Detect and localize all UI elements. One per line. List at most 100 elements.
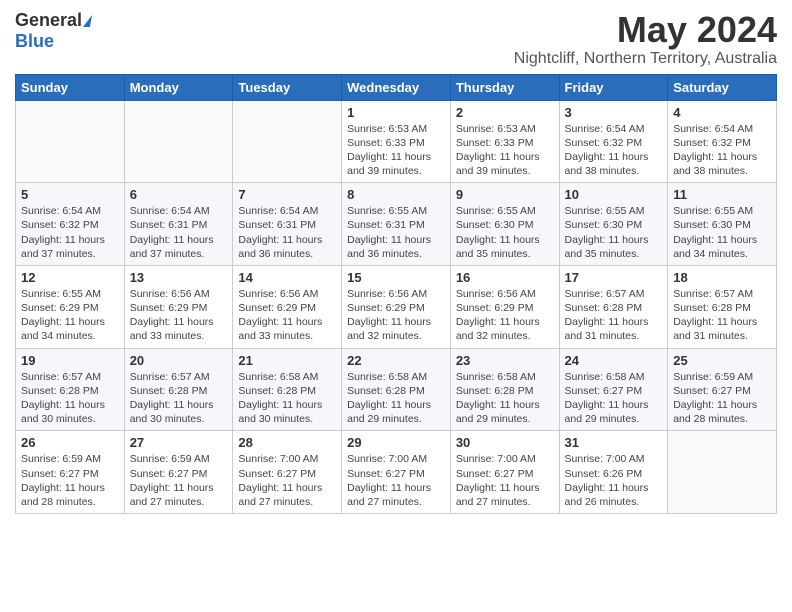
calendar-cell: 17 Sunrise: 6:57 AM Sunset: 6:28 PM Dayli… [559,265,668,348]
calendar-cell: 11 Sunrise: 6:55 AM Sunset: 6:30 PM Dayli… [668,183,777,266]
calendar-cell: 24 Sunrise: 6:58 AM Sunset: 6:27 PM Dayli… [559,348,668,431]
day-info: Sunrise: 6:58 AM Sunset: 6:27 PM Dayligh… [565,370,663,427]
day-number: 23 [456,353,554,368]
logo-general: General [15,10,82,31]
day-info: Sunrise: 6:56 AM Sunset: 6:29 PM Dayligh… [238,287,336,344]
day-info: Sunrise: 6:55 AM Sunset: 6:31 PM Dayligh… [347,204,445,261]
day-number: 12 [21,270,119,285]
calendar-week-3: 12Sunrise: 6:55 AM Sunset: 6:29 PM Dayli… [16,265,777,348]
day-number: 26 [21,435,119,450]
day-info: Sunrise: 6:58 AM Sunset: 6:28 PM Dayligh… [238,370,336,427]
day-number: 5 [21,187,119,202]
day-info: Sunrise: 6:57 AM Sunset: 6:28 PM Dayligh… [673,287,771,344]
calendar-cell: 27Sunrise: 6:59 AM Sunset: 6:27 PM Dayli… [124,431,233,514]
day-number: 13 [130,270,228,285]
day-number: 10 [565,187,663,202]
day-number: 29 [347,435,445,450]
calendar-cell: 28Sunrise: 7:00 AM Sunset: 6:27 PM Dayli… [233,431,342,514]
calendar-cell: 19 Sunrise: 6:57 AM Sunset: 6:28 PM Dayli… [16,348,125,431]
day-info: Sunrise: 6:58 AM Sunset: 6:28 PM Dayligh… [456,370,554,427]
calendar-cell: 26 Sunrise: 6:59 AM Sunset: 6:27 PM Dayli… [16,431,125,514]
day-info: Sunrise: 6:59 AM Sunset: 6:27 PM Dayligh… [673,370,771,427]
logo-blue: Blue [15,31,54,52]
calendar-cell: 9Sunrise: 6:55 AM Sunset: 6:30 PM Daylig… [450,183,559,266]
calendar-week-5: 26 Sunrise: 6:59 AM Sunset: 6:27 PM Dayli… [16,431,777,514]
day-number: 11 [673,187,771,202]
calendar-cell [668,431,777,514]
day-info: Sunrise: 7:00 AM Sunset: 6:27 PM Dayligh… [347,452,445,509]
calendar-cell: 25 Sunrise: 6:59 AM Sunset: 6:27 PM Dayli… [668,348,777,431]
day-info: Sunrise: 6:55 AM Sunset: 6:30 PM Dayligh… [673,204,771,261]
calendar-cell: 21Sunrise: 6:58 AM Sunset: 6:28 PM Dayli… [233,348,342,431]
day-number: 8 [347,187,445,202]
day-number: 15 [347,270,445,285]
day-info: Sunrise: 6:57 AM Sunset: 6:28 PM Dayligh… [21,370,119,427]
month-title: May 2024 [514,10,777,50]
day-info: Sunrise: 6:59 AM Sunset: 6:27 PM Dayligh… [21,452,119,509]
day-info: Sunrise: 6:54 AM Sunset: 6:32 PM Dayligh… [21,204,119,261]
day-info: Sunrise: 6:57 AM Sunset: 6:28 PM Dayligh… [565,287,663,344]
day-number: 31 [565,435,663,450]
col-header-wednesday: Wednesday [342,74,451,100]
col-header-saturday: Saturday [668,74,777,100]
calendar-week-2: 5 Sunrise: 6:54 AM Sunset: 6:32 PM Daylig… [16,183,777,266]
day-number: 17 [565,270,663,285]
day-info: Sunrise: 6:53 AM Sunset: 6:33 PM Dayligh… [456,122,554,179]
calendar-cell: 30Sunrise: 7:00 AM Sunset: 6:27 PM Dayli… [450,431,559,514]
day-number: 22 [347,353,445,368]
calendar-cell: 14 Sunrise: 6:56 AM Sunset: 6:29 PM Dayli… [233,265,342,348]
col-header-thursday: Thursday [450,74,559,100]
col-header-monday: Monday [124,74,233,100]
calendar-cell: 23 Sunrise: 6:58 AM Sunset: 6:28 PM Dayli… [450,348,559,431]
day-number: 2 [456,105,554,120]
calendar-header-row: SundayMondayTuesdayWednesdayThursdayFrid… [16,74,777,100]
logo-triangle-icon [83,15,92,27]
calendar-cell [233,100,342,183]
day-info: Sunrise: 6:54 AM Sunset: 6:31 PM Dayligh… [130,204,228,261]
calendar-table: SundayMondayTuesdayWednesdayThursdayFrid… [15,74,777,514]
calendar-cell: 1Sunrise: 6:53 AM Sunset: 6:33 PM Daylig… [342,100,451,183]
col-header-sunday: Sunday [16,74,125,100]
location-title: Nightcliff, Northern Territory, Australi… [514,50,777,68]
calendar-cell: 2 Sunrise: 6:53 AM Sunset: 6:33 PM Daylig… [450,100,559,183]
day-number: 24 [565,353,663,368]
day-info: Sunrise: 6:55 AM Sunset: 6:30 PM Dayligh… [565,204,663,261]
day-number: 16 [456,270,554,285]
day-number: 27 [130,435,228,450]
calendar-week-4: 19 Sunrise: 6:57 AM Sunset: 6:28 PM Dayli… [16,348,777,431]
calendar-cell: 16 Sunrise: 6:56 AM Sunset: 6:29 PM Dayli… [450,265,559,348]
calendar-cell: 31Sunrise: 7:00 AM Sunset: 6:26 PM Dayli… [559,431,668,514]
day-number: 25 [673,353,771,368]
day-number: 19 [21,353,119,368]
calendar-cell: 18 Sunrise: 6:57 AM Sunset: 6:28 PM Dayli… [668,265,777,348]
day-info: Sunrise: 6:54 AM Sunset: 6:32 PM Dayligh… [673,122,771,179]
calendar-cell [16,100,125,183]
calendar-cell: 22 Sunrise: 6:58 AM Sunset: 6:28 PM Dayli… [342,348,451,431]
day-info: Sunrise: 6:54 AM Sunset: 6:32 PM Dayligh… [565,122,663,179]
day-number: 4 [673,105,771,120]
calendar-cell: 5 Sunrise: 6:54 AM Sunset: 6:32 PM Daylig… [16,183,125,266]
day-info: Sunrise: 6:56 AM Sunset: 6:29 PM Dayligh… [130,287,228,344]
calendar-cell: 3 Sunrise: 6:54 AM Sunset: 6:32 PM Daylig… [559,100,668,183]
col-header-friday: Friday [559,74,668,100]
day-info: Sunrise: 6:57 AM Sunset: 6:28 PM Dayligh… [130,370,228,427]
day-info: Sunrise: 6:58 AM Sunset: 6:28 PM Dayligh… [347,370,445,427]
day-info: Sunrise: 6:54 AM Sunset: 6:31 PM Dayligh… [238,204,336,261]
calendar-cell: 29 Sunrise: 7:00 AM Sunset: 6:27 PM Dayli… [342,431,451,514]
col-header-tuesday: Tuesday [233,74,342,100]
day-number: 28 [238,435,336,450]
day-number: 6 [130,187,228,202]
calendar-cell: 13 Sunrise: 6:56 AM Sunset: 6:29 PM Dayli… [124,265,233,348]
day-number: 20 [130,353,228,368]
title-area: May 2024 Nightcliff, Northern Territory,… [514,10,777,68]
calendar-cell: 12Sunrise: 6:55 AM Sunset: 6:29 PM Dayli… [16,265,125,348]
day-number: 18 [673,270,771,285]
day-number: 7 [238,187,336,202]
calendar-cell: 4 Sunrise: 6:54 AM Sunset: 6:32 PM Daylig… [668,100,777,183]
calendar-cell [124,100,233,183]
day-number: 14 [238,270,336,285]
day-info: Sunrise: 6:53 AM Sunset: 6:33 PM Dayligh… [347,122,445,179]
day-info: Sunrise: 6:55 AM Sunset: 6:30 PM Dayligh… [456,204,554,261]
day-info: Sunrise: 6:56 AM Sunset: 6:29 PM Dayligh… [456,287,554,344]
day-number: 3 [565,105,663,120]
